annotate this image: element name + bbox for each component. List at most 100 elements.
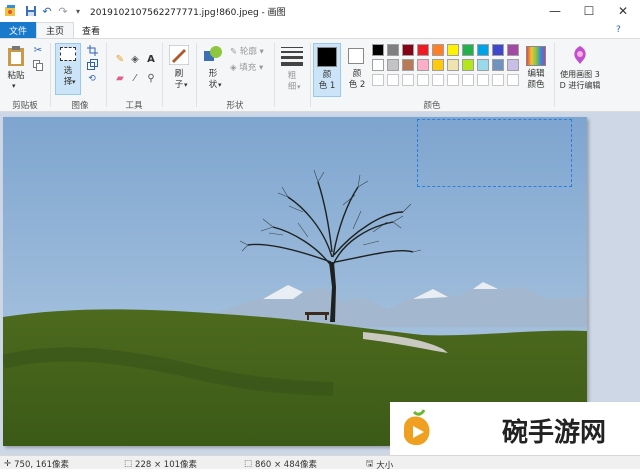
shapes-dropdown-icon: ▾	[218, 81, 222, 89]
close-button[interactable]: ✕	[606, 0, 640, 22]
status-selection: ⬚ 228 × 101像素	[124, 458, 197, 470]
fill-button[interactable]: ◈ 填充 ▾	[230, 61, 263, 73]
color1-label: 颜 色 1	[318, 70, 336, 91]
copy-icon[interactable]	[32, 59, 44, 71]
group-shapes-label: 形状	[226, 101, 244, 111]
color1-button[interactable]: 颜 色 1	[313, 43, 341, 97]
palette-swatch[interactable]	[507, 44, 519, 56]
palette-swatch[interactable]	[402, 74, 414, 86]
canvas-area: 碗手游网	[0, 112, 640, 456]
shapes-icon	[203, 45, 223, 68]
resize-icon[interactable]	[86, 58, 98, 70]
paint-app-icon	[4, 4, 18, 18]
color-picker-icon[interactable]: ⁄	[129, 72, 141, 84]
brushes-button[interactable]: 刷 子 ▾	[166, 43, 192, 95]
watermark-logo	[396, 408, 438, 453]
tab-file[interactable]: 文件	[0, 22, 36, 38]
status-disk: 🖫 大小	[366, 458, 393, 472]
palette-swatch[interactable]	[447, 59, 459, 71]
palette-swatch[interactable]	[372, 74, 384, 86]
paste-dropdown-icon: ▾	[12, 82, 16, 90]
pencil-icon[interactable]: ✎	[114, 53, 126, 65]
outline-label: 轮廓	[239, 47, 257, 57]
cursor-position-icon: ✛	[4, 459, 12, 469]
palette-swatch[interactable]	[492, 74, 504, 86]
separator	[50, 43, 51, 107]
outline-button[interactable]: ✎ 轮廓 ▾	[230, 45, 264, 57]
edit-colors-button[interactable]: 编辑 颜色	[522, 43, 550, 97]
magnifier-icon[interactable]: ⚲	[145, 72, 157, 84]
cut-icon[interactable]: ✂	[32, 44, 44, 56]
select-rect-icon	[60, 47, 76, 61]
group-tools-label: 工具	[125, 101, 143, 111]
watermark-text: 碗手游网	[502, 418, 607, 448]
palette-swatch[interactable]	[432, 59, 444, 71]
tab-view[interactable]: 查看	[74, 22, 108, 38]
select-button[interactable]: 选 择 ▾	[55, 43, 81, 95]
maximize-button[interactable]: ☐	[572, 0, 606, 22]
color2-swatch	[348, 48, 364, 64]
separator	[106, 43, 107, 107]
palette-swatch[interactable]	[492, 59, 504, 71]
paste-icon	[7, 45, 25, 70]
tab-home[interactable]: 主页	[36, 22, 74, 38]
color-palette	[372, 44, 522, 89]
palette-swatch[interactable]	[417, 44, 429, 56]
save-icon[interactable]	[24, 4, 38, 18]
rotate-icon[interactable]: ⟲	[86, 73, 98, 85]
palette-swatch[interactable]	[507, 74, 519, 86]
palette-swatch[interactable]	[402, 44, 414, 56]
separator	[196, 43, 197, 107]
palette-swatch[interactable]	[477, 44, 489, 56]
shapes-button[interactable]: 形 状 ▾	[200, 43, 226, 95]
crop-icon[interactable]	[86, 44, 98, 56]
status-image-size: ⬚ 860 × 484像素	[244, 458, 317, 470]
separator	[310, 43, 311, 107]
group-image-label: 图像	[71, 101, 89, 111]
image-size-icon: ⬚	[244, 459, 253, 469]
palette-swatch[interactable]	[402, 59, 414, 71]
undo-icon[interactable]: ↶	[40, 4, 54, 18]
palette-swatch[interactable]	[462, 44, 474, 56]
palette-swatch[interactable]	[372, 59, 384, 71]
ribbon-tabs: 文件 主页 查看 ?	[0, 22, 640, 38]
size-dropdown-icon: ▾	[297, 83, 301, 91]
color2-label: 颜 色 2	[348, 69, 366, 90]
customize-toolbar-icon[interactable]: ▾	[71, 4, 85, 18]
minimize-button[interactable]: —	[538, 0, 572, 22]
edit-colors-icon	[526, 46, 546, 66]
paste-button[interactable]: 粘贴 ▾	[4, 43, 28, 95]
palette-swatch[interactable]	[492, 44, 504, 56]
fill-bucket-icon[interactable]: ◈	[129, 53, 141, 65]
palette-swatch[interactable]	[372, 44, 384, 56]
status-cursor: ✛ 750, 161像素	[4, 458, 69, 470]
palette-swatch[interactable]	[477, 74, 489, 86]
selection-size-icon: ⬚	[124, 459, 133, 469]
palette-swatch[interactable]	[447, 74, 459, 86]
palette-swatch[interactable]	[387, 44, 399, 56]
palette-swatch[interactable]	[417, 59, 429, 71]
group-colors-label: 颜色	[423, 101, 441, 111]
window-title: 20191021075622777​71.jpg!860.jpeg - 画图	[90, 8, 286, 18]
edit-colors-label: 编辑 颜色	[527, 69, 545, 90]
palette-swatch[interactable]	[462, 59, 474, 71]
palette-swatch[interactable]	[387, 74, 399, 86]
separator	[274, 43, 275, 107]
palette-swatch[interactable]	[507, 59, 519, 71]
palette-swatch[interactable]	[477, 59, 489, 71]
selection-marquee[interactable]	[417, 119, 572, 187]
palette-swatch[interactable]	[417, 74, 429, 86]
text-tool-icon[interactable]: A	[145, 53, 157, 65]
help-icon[interactable]: ?	[616, 25, 621, 35]
paint3d-button[interactable]: 使用画图 3 D 进行编辑	[556, 43, 604, 97]
size-button[interactable]: 粗 细 ▾	[279, 43, 305, 95]
image-canvas[interactable]	[3, 117, 587, 446]
eraser-icon[interactable]: ▰	[114, 72, 126, 84]
color2-button[interactable]: 颜 色 2	[344, 43, 370, 97]
palette-swatch[interactable]	[387, 59, 399, 71]
redo-icon[interactable]: ↷	[56, 4, 70, 18]
palette-swatch[interactable]	[447, 44, 459, 56]
palette-swatch[interactable]	[462, 74, 474, 86]
palette-swatch[interactable]	[432, 44, 444, 56]
palette-swatch[interactable]	[432, 74, 444, 86]
